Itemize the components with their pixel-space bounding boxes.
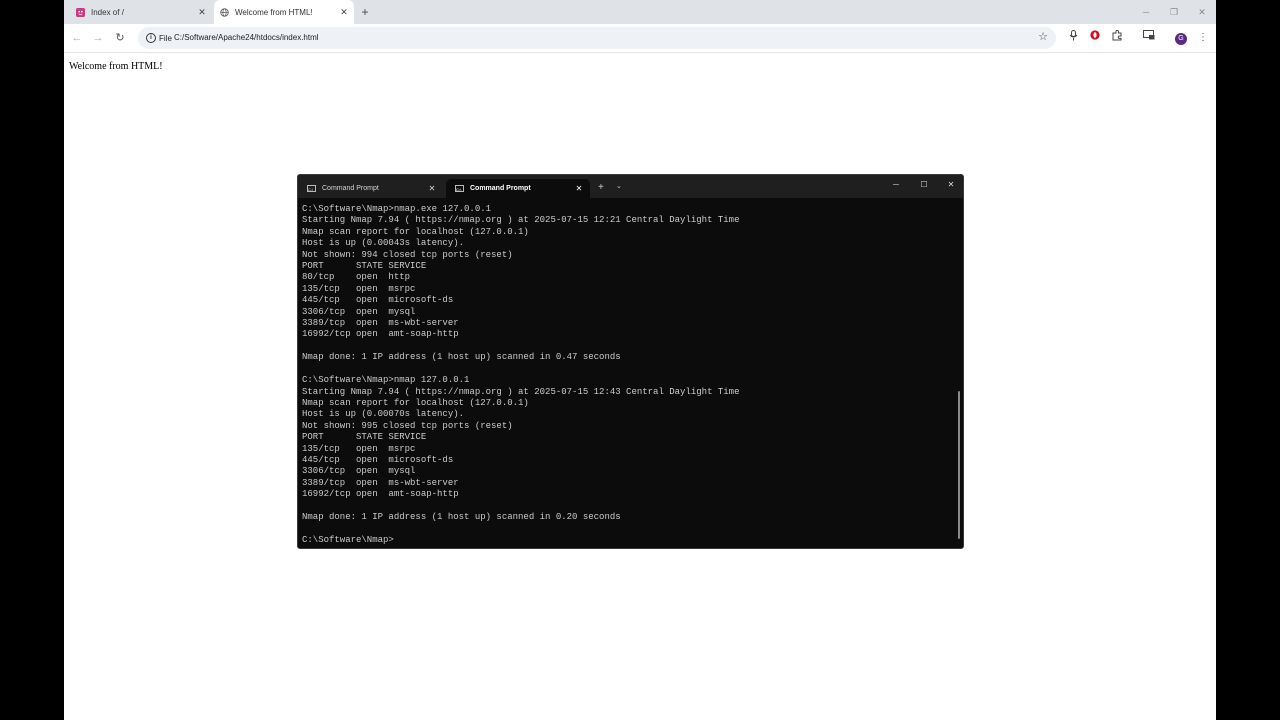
new-tab-icon[interactable]: +	[358, 4, 372, 20]
console-line: Host is up (0.00070s latency).	[302, 409, 465, 420]
scheme-label: File	[159, 33, 172, 43]
console-line: 16992/tcp open amt-soap-http	[302, 489, 459, 500]
address-bar[interactable]: i File C:/Software/Apache24/htdocs/index…	[138, 27, 1056, 49]
console-line: Not shown: 995 closed tcp ports (reset)	[302, 420, 513, 431]
terminal-tab-2[interactable]: C:\ Command Prompt ✕	[446, 179, 590, 198]
tab-title: Index of /	[91, 7, 124, 17]
opera-extension-icon[interactable]	[1087, 30, 1103, 46]
console-line: 135/tcp open msrpc	[302, 283, 416, 294]
console-line: Starting Nmap 7.94 ( https://nmap.org ) …	[302, 386, 740, 397]
new-tab-icon[interactable]: +	[598, 182, 604, 193]
cast-icon[interactable]	[1141, 30, 1157, 46]
console-line: 135/tcp open msrpc	[302, 443, 416, 454]
terminal-scrollbar[interactable]	[958, 391, 960, 539]
profile-initial: G	[1175, 33, 1187, 45]
console-line: Nmap done: 1 IP address (1 host up) scan…	[302, 511, 621, 522]
console-line: C:\Software\Nmap>nmap.exe 127.0.0.1	[302, 204, 492, 214]
tab-strip: Index of / ✕ Welcome from HTML! ✕ + ─ ❐ …	[64, 0, 1216, 24]
tab-title: Welcome from HTML!	[235, 7, 313, 17]
console-line: 3389/tcp open ms-wbt-server	[302, 318, 459, 329]
page-body-text: Welcome from HTML!	[69, 61, 163, 72]
url-text[interactable]: C:/Software/Apache24/htdocs/index.html	[174, 27, 319, 49]
kebab-menu-icon[interactable]: ⋮	[1195, 30, 1211, 46]
tab-close-icon[interactable]: ✕	[196, 7, 208, 18]
console-line: 3306/tcp open mysql	[302, 466, 416, 477]
avatar[interactable]: G	[1173, 30, 1189, 46]
arrow-left-icon[interactable]: ←	[69, 30, 85, 46]
arrow-right-icon[interactable]: →	[90, 30, 106, 46]
info-icon: i	[146, 33, 156, 43]
console-line: Host is up (0.00043s latency).	[302, 238, 465, 249]
console-line: Nmap scan report for localhost (127.0.0.…	[302, 226, 529, 237]
browser-window: Index of / ✕ Welcome from HTML! ✕ + ─ ❐ …	[64, 0, 1216, 720]
console-line: 3389/tcp open ms-wbt-server	[302, 477, 459, 488]
puzzle-icon[interactable]	[1109, 29, 1125, 46]
terminal-tab-title: Command Prompt	[322, 185, 379, 192]
console-line: 3306/tcp open mysql	[302, 306, 416, 317]
console-line: 445/tcp open microsoft-ds	[302, 454, 454, 465]
microphone-icon[interactable]	[1065, 30, 1081, 46]
console-line: C:\Software\Nmap>nmap 127.0.0.1	[302, 375, 470, 386]
console-line: Starting Nmap 7.94 ( https://nmap.org ) …	[302, 215, 740, 226]
console-line: 80/tcp open http	[302, 272, 411, 283]
command-prompt-icon: C:\	[455, 185, 464, 192]
browser-toolbar: ← → ↻ i File C:/Software/Apache24/htdocs…	[64, 24, 1216, 53]
console-line: PORT STATE SERVICE	[302, 432, 427, 443]
apache-index-favicon-icon	[76, 7, 85, 17]
close-icon[interactable]: ✕	[425, 184, 439, 193]
console-line: 16992/tcp open amt-soap-http	[302, 329, 459, 340]
chevron-down-icon[interactable]: ⌄	[616, 182, 622, 190]
console-output[interactable]: C:\Software\Nmap>nmap.exe 127.0.0.1 Start…	[302, 204, 739, 546]
command-prompt-icon: C:\	[307, 185, 316, 192]
minimize-icon[interactable]: ─	[1132, 0, 1160, 24]
console-line: 445/tcp open microsoft-ds	[302, 295, 454, 306]
tab-welcome[interactable]: Welcome from HTML! ✕	[214, 0, 354, 24]
terminal-tab-1[interactable]: C:\ Command Prompt ✕	[298, 179, 443, 198]
star-icon[interactable]: ☆	[1038, 30, 1048, 43]
console-line: Not shown: 994 closed tcp ports (reset)	[302, 249, 513, 260]
console-line: Nmap scan report for localhost (127.0.0.…	[302, 397, 529, 408]
close-window-icon[interactable]: ✕	[1188, 0, 1216, 24]
console-line: PORT STATE SERVICE	[302, 261, 427, 272]
globe-icon	[220, 7, 229, 17]
terminal-tab-bar: C:\ Command Prompt ✕ C:\ Command Prompt …	[298, 175, 963, 198]
console-line: Nmap done: 1 IP address (1 host up) scan…	[302, 352, 621, 363]
console-line: C:\Software\Nmap>	[302, 534, 394, 545]
close-window-icon[interactable]: ✕	[941, 180, 961, 189]
tab-close-icon[interactable]: ✕	[338, 7, 350, 18]
terminal-tab-title: Command Prompt	[470, 185, 531, 192]
close-icon[interactable]: ✕	[572, 184, 586, 193]
terminal-window[interactable]: C:\ Command Prompt ✕ C:\ Command Prompt …	[297, 174, 964, 549]
tab-index-of[interactable]: Index of / ✕	[70, 0, 212, 24]
minimize-icon[interactable]: ─	[886, 180, 906, 189]
maximize-icon[interactable]: ☐	[914, 180, 934, 189]
restore-icon[interactable]: ❐	[1160, 0, 1188, 24]
reload-icon[interactable]: ↻	[112, 30, 128, 46]
site-info-chip[interactable]: i File	[142, 30, 176, 46]
